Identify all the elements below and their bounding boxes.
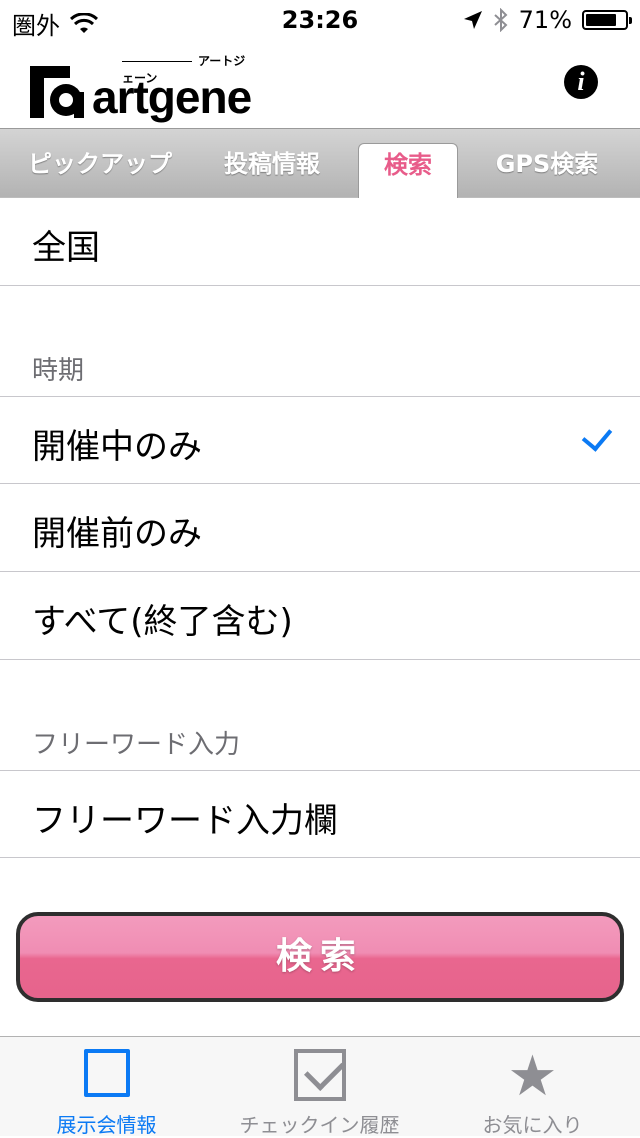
info-icon[interactable]: i bbox=[564, 65, 598, 99]
bottom-tab-label: お気に入り bbox=[482, 1113, 583, 1137]
period-option-label: 開催中のみ bbox=[32, 427, 202, 467]
freeword-input[interactable]: フリーワード入力欄 bbox=[0, 770, 640, 858]
period-option-upcoming[interactable]: 開催前のみ bbox=[0, 484, 640, 572]
period-header-label: 時期 bbox=[32, 356, 85, 386]
battery-percent: 71% bbox=[518, 6, 572, 34]
logo-mark-icon bbox=[30, 66, 84, 118]
square-icon bbox=[83, 1049, 130, 1097]
bottom-tab-label: チェックイン履歴 bbox=[239, 1113, 400, 1137]
freeword-header-label: フリーワード入力 bbox=[32, 730, 241, 760]
bottom-tab-checkin-history[interactable]: チェックイン履歴 bbox=[213, 1037, 426, 1137]
tab-pickup[interactable]: ピックアップ bbox=[20, 143, 180, 199]
bluetooth-icon bbox=[493, 8, 508, 32]
freeword-field-label: フリーワード入力欄 bbox=[32, 801, 338, 841]
star-icon: ★ bbox=[507, 1044, 558, 1109]
logo-subtitle: アートジェーン bbox=[122, 52, 251, 86]
bottom-tab-bar: 展示会情報 チェックイン履歴 ★ お気に入り bbox=[0, 1036, 640, 1138]
freeword-section-header: フリーワード入力 bbox=[0, 660, 640, 770]
region-value: 全国 bbox=[32, 228, 100, 268]
region-row[interactable]: 全国 bbox=[0, 198, 640, 286]
bottom-tab-favorites[interactable]: ★ お気に入り bbox=[426, 1037, 639, 1138]
period-option-label: 開催前のみ bbox=[32, 514, 202, 554]
tab-posts[interactable]: 投稿情報 bbox=[194, 143, 350, 199]
status-bar: 圏外 23:26 71% bbox=[0, 0, 640, 40]
checkmark-icon bbox=[581, 420, 613, 452]
app-logo: artgene アートジェーン bbox=[30, 50, 252, 120]
period-section-header: 時期 bbox=[0, 286, 640, 396]
battery-icon bbox=[582, 10, 632, 30]
period-option-ongoing[interactable]: 開催中のみ bbox=[0, 396, 640, 484]
tab-search[interactable]: 検索 bbox=[358, 143, 458, 199]
period-option-all[interactable]: すべて(終了含む) bbox=[0, 572, 640, 660]
period-option-label: すべて(終了含む) bbox=[32, 602, 293, 642]
bottom-tab-exhibitions[interactable]: 展示会情報 bbox=[0, 1037, 213, 1137]
checkbox-icon bbox=[293, 1049, 346, 1101]
bottom-tab-label: 展示会情報 bbox=[56, 1113, 157, 1137]
search-tab-bar: ピックアップ 投稿情報 検索 GPS検索 bbox=[0, 128, 640, 199]
tab-gps-search[interactable]: GPS検索 bbox=[474, 143, 620, 199]
search-button[interactable]: 検索 bbox=[16, 912, 624, 1002]
app-header: artgene アートジェーン i bbox=[0, 40, 640, 128]
location-arrow-icon bbox=[463, 11, 482, 29]
